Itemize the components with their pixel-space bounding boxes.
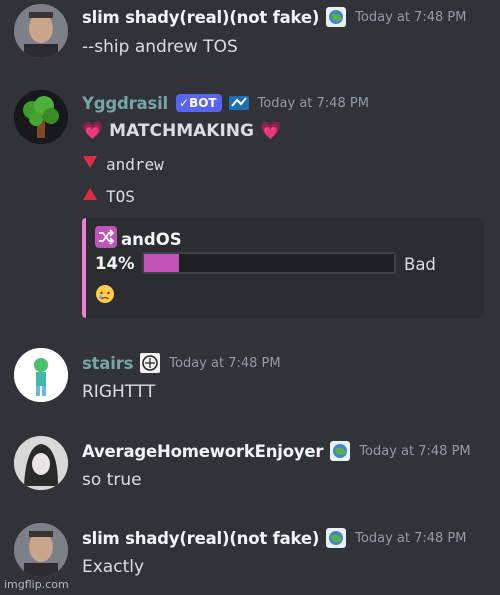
avatar[interactable] [14, 523, 68, 577]
compatibility-bar [142, 252, 396, 274]
message-text: Exactly [82, 557, 145, 577]
message-text: --ship andrew TOS [82, 37, 238, 57]
avatar[interactable] [14, 436, 68, 490]
bot-badge: ✓ BOT [176, 94, 222, 112]
globe-badge-icon [329, 440, 351, 462]
heart-icon: 💗 [259, 121, 282, 141]
author-name[interactable]: slim shady(real)(not fake) [82, 529, 319, 548]
up-user-name: TOS [106, 186, 135, 206]
message-1: slim shady(real)(not fake) Today at 7:48… [0, 0, 500, 78]
watermark: imgflip.com [4, 578, 69, 591]
ship-embed: andOS 14% Bad [82, 218, 484, 318]
message-4: AverageHomeworkEnjoyer Today at 7:48 PM … [0, 434, 500, 504]
message-header: stairs Today at 7:48 PM [82, 352, 281, 374]
timestamp: Today at 7:48 PM [169, 355, 281, 371]
shuffle-icon [95, 226, 117, 252]
percent-label: 14% [95, 254, 135, 273]
down-user-name: andrew [106, 154, 164, 174]
message-text: RIGHTTT [82, 382, 156, 402]
rating-label: Bad [404, 255, 436, 274]
emblem-badge-icon [139, 352, 161, 374]
red-triangle-up-icon [82, 186, 98, 206]
author-name[interactable]: Yggdrasil [82, 94, 168, 113]
down-user-line: andrew [82, 154, 164, 174]
message-header: slim shady(real)(not fake) Today at 7:48… [82, 6, 466, 28]
message-header: AverageHomeworkEnjoyer Today at 7:48 PM [82, 440, 471, 462]
up-user-line: TOS [82, 186, 135, 206]
timestamp: Today at 7:48 PM [355, 9, 467, 25]
verified-check-icon: ✓ [179, 96, 190, 110]
message-3: stairs Today at 7:48 PM RIGHTTT [0, 346, 500, 416]
globe-badge-icon [325, 527, 347, 549]
globe-badge-icon [325, 6, 347, 28]
server-badge-icon [228, 92, 250, 114]
author-name[interactable]: slim shady(real)(not fake) [82, 8, 319, 27]
heart-icon: 💗 [82, 121, 104, 141]
embed-title: andOS [95, 226, 182, 252]
avatar[interactable] [14, 348, 68, 402]
crying-face-icon [95, 284, 115, 308]
author-name[interactable]: AverageHomeworkEnjoyer [82, 442, 324, 461]
message-header: Yggdrasil ✓ BOT Today at 7:48 PM [82, 92, 369, 114]
matchmaking-title-line: 💗 MATCHMAKING 💗 [82, 121, 281, 141]
author-name[interactable]: stairs [82, 354, 133, 373]
timestamp: Today at 7:48 PM [355, 530, 467, 546]
timestamp: Today at 7:48 PM [359, 443, 471, 459]
timestamp: Today at 7:48 PM [257, 95, 369, 111]
red-triangle-down-icon [82, 154, 98, 174]
message-header: slim shady(real)(not fake) Today at 7:48… [82, 527, 466, 549]
message-text: so true [82, 470, 142, 490]
matchmaking-title: MATCHMAKING [109, 121, 254, 141]
message-5: slim shady(real)(not fake) Today at 7:48… [0, 521, 500, 591]
avatar[interactable] [14, 4, 68, 58]
compatibility-bar-fill [144, 254, 179, 272]
avatar[interactable] [14, 90, 68, 144]
ship-name: andOS [121, 229, 182, 249]
